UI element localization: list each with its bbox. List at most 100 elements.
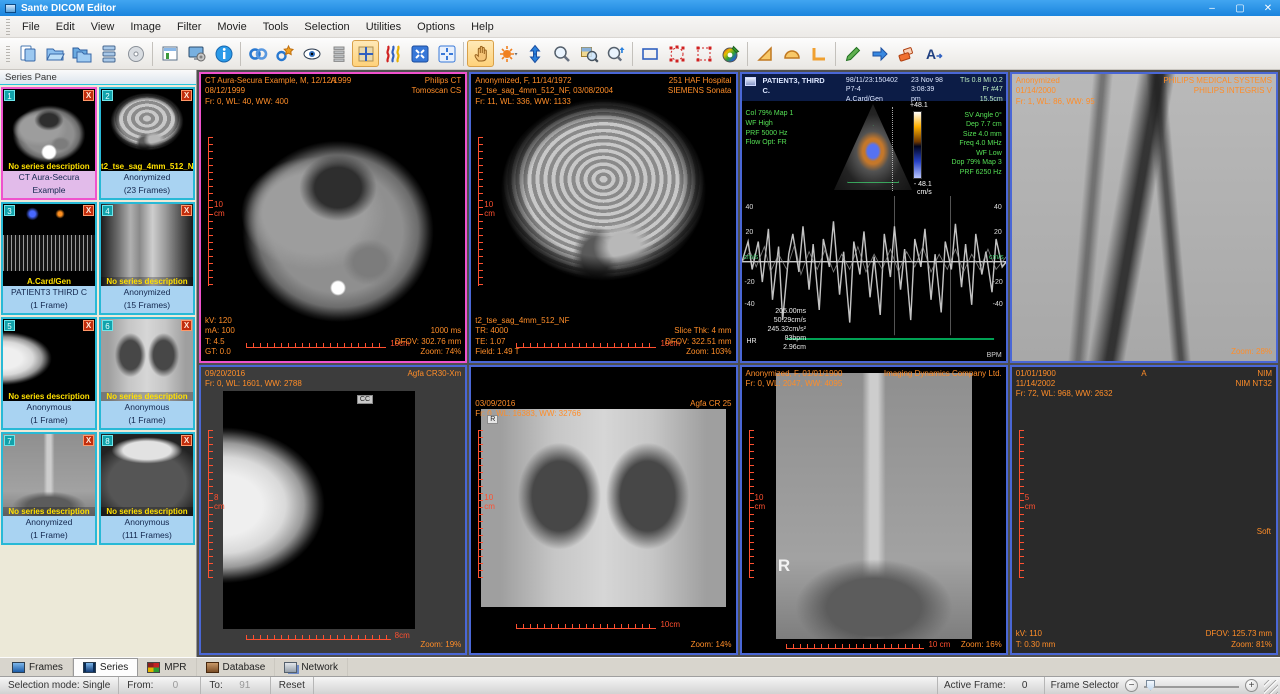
viewport-angiogram[interactable]: Anonymized 01/14/2000 Fr: 1, WL: 86, WW:… <box>1010 72 1278 363</box>
series-thumb-1[interactable]: No series description CT Aura-Secura Exa… <box>1 87 97 200</box>
menu-utilities[interactable]: Utilities <box>358 19 409 35</box>
viewport-abdomen-xray[interactable]: Anonymized, F, 01/01/1900 Fr: 0, WL: 204… <box>740 365 1008 656</box>
menu-edit[interactable]: Edit <box>48 19 83 35</box>
expand-view-button[interactable] <box>406 40 433 67</box>
view-eye-button[interactable] <box>298 40 325 67</box>
reset-button[interactable]: Reset <box>271 677 314 694</box>
color-palette-button[interactable] <box>717 40 744 67</box>
close-series-icon[interactable]: X <box>181 90 192 101</box>
import-stack-button[interactable] <box>95 40 122 67</box>
roi-ellipse-button[interactable] <box>663 40 690 67</box>
rect-select-button[interactable] <box>636 40 663 67</box>
series-pane-header[interactable]: Series Pane <box>0 70 196 85</box>
roi-rect-button[interactable] <box>690 40 717 67</box>
title-bar[interactable]: Sante DICOM Editor – ▢ ✕ <box>0 0 1280 16</box>
menu-selection[interactable]: Selection <box>296 19 357 35</box>
series-frame-count: (92 Frames) <box>3 197 95 200</box>
layout-grid-button[interactable] <box>352 40 379 67</box>
menu-filter[interactable]: Filter <box>169 19 209 35</box>
zoom-magnifier-button[interactable] <box>548 40 575 67</box>
angle-ruler-button[interactable] <box>805 40 832 67</box>
open-cd-button[interactable] <box>122 40 149 67</box>
series-description: t2_tse_sag_4mm_512_NF <box>101 162 193 171</box>
monitor-settings-button[interactable] <box>183 40 210 67</box>
export-window-button[interactable] <box>156 40 183 67</box>
overlay-bottom-right: Zoom: 14% <box>691 640 732 650</box>
slider-thumb[interactable] <box>1146 680 1155 691</box>
arrow-annotation-icon <box>870 44 890 64</box>
zoom-region-button[interactable] <box>575 40 602 67</box>
tab-network[interactable]: Network <box>275 658 348 676</box>
series-thumb-7[interactable]: No series description Anonymized (1 Fram… <box>1 432 97 545</box>
menu-options[interactable]: Options <box>409 19 463 35</box>
axis-left-neg20: -20 <box>745 279 755 286</box>
tab-label: MPR <box>164 662 186 673</box>
viewport-mammogram[interactable]: 09/20/2016 Fr: 0, WL: 1601, WW: 2788 Agf… <box>199 365 467 656</box>
series-thumb-8[interactable]: No series description Anonymous (111 Fra… <box>99 432 195 545</box>
close-series-icon[interactable]: X <box>83 205 94 216</box>
tab-series[interactable]: Series <box>73 658 138 676</box>
frame-slider[interactable] <box>1144 680 1239 692</box>
ruler-triangle-button[interactable] <box>751 40 778 67</box>
arrow-annotation-button[interactable] <box>866 40 893 67</box>
new-file-button[interactable] <box>14 40 41 67</box>
menu-view[interactable]: View <box>83 19 123 35</box>
tab-database[interactable]: Database <box>197 658 276 676</box>
to-value[interactable]: 91 <box>228 680 262 691</box>
frame-plus-button[interactable]: + <box>1245 679 1258 692</box>
tab-mpr[interactable]: MPR <box>138 658 196 676</box>
eraser-button[interactable] <box>893 40 920 67</box>
series-info: Anonymized (23 Frames) <box>101 171 193 198</box>
close-series-icon[interactable]: X <box>83 435 94 446</box>
to-field[interactable]: To: 91 <box>201 677 270 694</box>
menu-file[interactable]: File <box>14 19 48 35</box>
menu-tools[interactable]: Tools <box>255 19 297 35</box>
fit-to-window-icon <box>437 44 457 64</box>
link-series-button[interactable] <box>244 40 271 67</box>
text-tool-button[interactable]: A <box>920 40 947 67</box>
close-series-icon[interactable]: X <box>83 320 94 331</box>
metadata-list-button[interactable] <box>325 40 352 67</box>
series-thumb-4[interactable]: No series description Anonymized (15 Fra… <box>99 202 195 315</box>
viewport-grid: A CT Aura-Secura Example, M, 12/12/1999 … <box>197 70 1280 657</box>
pencil-button[interactable] <box>839 40 866 67</box>
series-info: Anonymized (15 Frames) <box>101 286 193 313</box>
tab-frames[interactable]: Frames <box>3 658 73 676</box>
series-thumb-6[interactable]: No series description Anonymous (1 Frame… <box>99 317 195 430</box>
from-value[interactable]: 0 <box>158 680 192 691</box>
series-thumb-5[interactable]: No series description Anonymous (1 Frame… <box>1 317 97 430</box>
viewport-chest-xray[interactable]: 03/09/2016 Fr: 0, WL: 16383, WW: 32766 A… <box>469 365 737 656</box>
close-series-icon[interactable]: X <box>181 320 192 331</box>
close-series-icon[interactable]: X <box>181 435 192 446</box>
viewport-dental-ct[interactable]: A 01/01/1900 11/14/2002 Fr: 72, WL: 968,… <box>1010 365 1278 656</box>
close-series-icon[interactable]: X <box>181 205 192 216</box>
protractor-button[interactable] <box>778 40 805 67</box>
zoom-selection-button[interactable] <box>602 40 629 67</box>
window-level-sun-button[interactable] <box>494 40 521 67</box>
open-folders-button[interactable] <box>68 40 95 67</box>
unlink-series-button[interactable] <box>271 40 298 67</box>
series-thumb-3[interactable]: A.Card/Gen PATIENT3 THIRD C (1 Frame) 3 … <box>1 202 97 315</box>
frame-minus-button[interactable]: − <box>1125 679 1138 692</box>
series-thumb-2[interactable]: t2_tse_sag_4mm_512_NF Anonymized (23 Fra… <box>99 87 195 200</box>
fit-to-window-button[interactable] <box>433 40 460 67</box>
stack-scroll-button[interactable] <box>521 40 548 67</box>
open-cd-icon <box>126 44 146 64</box>
open-folder-button[interactable] <box>41 40 68 67</box>
menu-help[interactable]: Help <box>463 19 502 35</box>
close-series-icon[interactable]: X <box>83 90 94 101</box>
viewport-mri-brain[interactable]: Anonymized, F, 11/14/1972 t2_tse_sag_4mm… <box>469 72 737 363</box>
viewport-ct-axial[interactable]: A CT Aura-Secura Example, M, 12/12/1999 … <box>199 72 467 363</box>
overlay-top-right: Philips CT Tomoscan CS <box>411 76 461 97</box>
series-ribbons-button[interactable] <box>379 40 406 67</box>
info-button[interactable] <box>210 40 237 67</box>
viewport-doppler-ultrasound[interactable]: PATIENT3, THIRD C. 98/11/23:150402 P7-4 … <box>740 72 1008 363</box>
pan-hand-button[interactable] <box>467 40 494 67</box>
menu-movie[interactable]: Movie <box>209 19 254 35</box>
resize-grip[interactable] <box>1264 680 1278 694</box>
menu-image[interactable]: Image <box>122 19 169 35</box>
from-field[interactable]: From: 0 <box>119 677 201 694</box>
close-button[interactable]: ✕ <box>1261 3 1275 14</box>
maximize-button[interactable]: ▢ <box>1233 3 1247 14</box>
minimize-button[interactable]: – <box>1205 3 1219 14</box>
